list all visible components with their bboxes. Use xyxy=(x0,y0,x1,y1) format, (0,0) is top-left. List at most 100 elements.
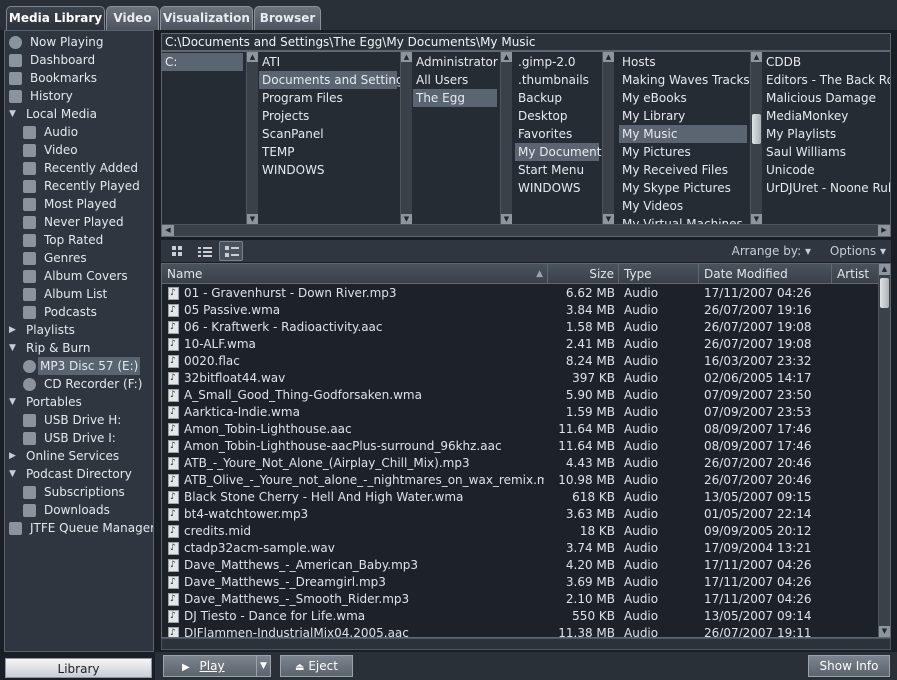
table-row[interactable]: ctadp32acm-sample.wav 3.74 MB Audio 17/09/2… xyxy=(162,540,878,557)
options-dropdown[interactable]: Options ▾ xyxy=(830,244,886,258)
folder-item[interactable]: TEMP xyxy=(259,143,397,161)
table-row[interactable]: 01 - Gravenhurst - Down River.mp3 6.62 MB… xyxy=(162,285,878,302)
folder-item[interactable]: All Users xyxy=(413,71,497,89)
show-info-button[interactable]: Show Info xyxy=(808,655,890,677)
sidebar-item[interactable]: Video xyxy=(23,141,153,159)
folder-item[interactable]: My Playlists xyxy=(763,125,888,143)
folder-item[interactable]: My eBooks xyxy=(619,89,747,107)
folder-column-scrollbar[interactable]: ▲ ▼ xyxy=(246,52,258,224)
scrollbar-thumb[interactable] xyxy=(752,114,761,144)
table-row[interactable]: ATB_Olive_-_Youre_not_alone_-_nightmares… xyxy=(162,472,878,489)
sidebar-item[interactable]: JTFE Queue Manager xyxy=(9,519,153,537)
folder-item[interactable]: WINDOWS xyxy=(515,179,599,197)
folder-item[interactable]: My Documents xyxy=(515,143,602,161)
table-row[interactable]: bt4-watchtower.mp3 3.63 MB Audio 01/05/2007… xyxy=(162,506,878,523)
table-row[interactable]: Dave_Matthews_-_American_Baby.mp3 4.20 MB… xyxy=(162,557,878,574)
folder-item[interactable]: My Virtual Machines xyxy=(619,215,747,224)
folder-item[interactable]: Administrator xyxy=(413,53,498,71)
scrollbar-thumb[interactable] xyxy=(880,278,889,308)
folder-item[interactable]: Backup xyxy=(515,89,599,107)
sidebar-item[interactable]: Podcasts xyxy=(23,303,153,321)
table-row[interactable]: Black Stone Cherry - Hell And High Water… xyxy=(162,489,878,506)
file-list-vertical-scrollbar[interactable]: ▲ ▼ xyxy=(878,264,890,637)
sidebar-item[interactable]: History xyxy=(9,87,153,105)
eject-button[interactable]: ⏏ Eject xyxy=(280,655,353,677)
sidebar-item[interactable]: Now Playing xyxy=(9,33,153,51)
scroll-up-icon[interactable]: ▲ xyxy=(247,52,258,62)
sidebar-item[interactable]: ▼ Podcast Directory xyxy=(5,465,150,483)
folder-item[interactable]: Editors - The Back Roo xyxy=(763,71,890,89)
sidebar-item[interactable]: Never Played xyxy=(23,213,153,231)
sidebar-item[interactable]: USB Drive H: xyxy=(23,411,153,429)
sidebar-item[interactable]: Genres xyxy=(23,249,153,267)
collapse-arrow-icon[interactable]: ▼ xyxy=(9,105,16,123)
folder-item[interactable]: Desktop xyxy=(515,107,599,125)
column-header-artist[interactable]: Artist xyxy=(832,264,878,284)
table-row[interactable]: 32bitfloat44.wav 397 KB Audio 02/06/2005 14… xyxy=(162,370,878,387)
folder-item[interactable]: My Library xyxy=(619,107,747,125)
column-header-type[interactable]: Type xyxy=(619,264,699,284)
play-button[interactable]: ▶ Play ▼ xyxy=(163,655,271,677)
scroll-right-icon[interactable]: ▶ xyxy=(878,225,890,236)
folder-item[interactable]: C: xyxy=(162,53,243,71)
list-view-icon[interactable] xyxy=(192,241,216,261)
table-row[interactable]: ATB_-_Youre_Not_Alone_(Airplay_Chill_Mix… xyxy=(162,455,878,472)
scroll-down-icon[interactable]: ▼ xyxy=(751,214,762,224)
folder-item[interactable]: Favorites xyxy=(515,125,599,143)
sidebar-item[interactable]: Album Covers xyxy=(23,267,153,285)
sidebar-item[interactable]: Top Rated xyxy=(23,231,153,249)
folder-column-scrollbar[interactable]: ▲ ▼ xyxy=(400,52,412,224)
folder-item[interactable]: The Egg xyxy=(413,89,497,107)
table-row[interactable]: 05 Passive.wma 3.84 MB Audio 26/07/2007 19:… xyxy=(162,302,878,319)
sidebar-item[interactable]: MP3 Disc 57 (E:) xyxy=(23,357,153,375)
sidebar-item[interactable]: ▼ Portables xyxy=(5,393,150,411)
scroll-up-icon[interactable]: ▲ xyxy=(603,52,614,62)
column-browser-horizontal-scrollbar[interactable]: ◀ ▶ xyxy=(162,224,890,236)
sidebar-item[interactable]: ▼ Rip & Burn xyxy=(5,339,150,357)
scroll-down-icon[interactable]: ▼ xyxy=(501,214,512,224)
sidebar-item[interactable]: Subscriptions xyxy=(23,483,153,501)
scroll-up-icon[interactable]: ▲ xyxy=(879,264,890,275)
scroll-down-icon[interactable]: ▼ xyxy=(603,214,614,224)
table-row[interactable]: credits.mid 18 KB Audio 09/09/2005 20:12 xyxy=(162,523,878,540)
expand-arrow-icon[interactable]: ▶ xyxy=(9,447,16,465)
folder-item[interactable]: Unicode xyxy=(763,161,888,179)
sidebar-item[interactable]: Audio xyxy=(23,123,153,141)
folder-item[interactable]: My Videos xyxy=(619,197,747,215)
sidebar-item[interactable]: ▶ Online Services xyxy=(5,447,150,465)
table-row[interactable]: Amon_Tobin-Lighthouse-aacPlus-surround_9… xyxy=(162,438,878,455)
scroll-left-icon[interactable]: ◀ xyxy=(162,225,174,236)
folder-item[interactable]: Start Menu xyxy=(515,161,599,179)
scroll-up-icon[interactable]: ▲ xyxy=(401,52,412,62)
table-row[interactable]: DJFlammen-IndustrialMix04.2005.aac 11.38 … xyxy=(162,625,878,637)
folder-item[interactable]: Making Waves Tracks xyxy=(619,71,750,89)
tab-media-library[interactable]: Media Library xyxy=(6,6,105,30)
table-row[interactable]: A_Small_Good_Thing-Godforsaken.wma 5.90 M… xyxy=(162,387,878,404)
folder-item[interactable]: WINDOWS xyxy=(259,161,397,179)
table-row[interactable]: Aarktica-Indie.wma 1.59 MB Audio 07/09/2007… xyxy=(162,404,878,421)
table-row[interactable]: 10-ALF.wma 2.41 MB Audio 26/07/2007 19:08 xyxy=(162,336,878,353)
tab-video[interactable]: Video xyxy=(106,6,159,30)
folder-item[interactable]: Saul Williams xyxy=(763,143,888,161)
library-button[interactable]: Library xyxy=(5,658,152,678)
scroll-up-icon[interactable]: ▲ xyxy=(751,52,762,62)
folder-item[interactable]: UrDJUret - Noone Rule xyxy=(763,179,890,197)
folder-item[interactable]: Program Files xyxy=(259,89,397,107)
scroll-up-icon[interactable]: ▲ xyxy=(501,52,512,62)
folder-item[interactable]: My Skype Pictures xyxy=(619,179,747,197)
path-bar[interactable]: C:\Documents and Settings\The Egg\My Doc… xyxy=(161,33,891,51)
collapse-arrow-icon[interactable]: ▼ xyxy=(9,339,16,357)
sidebar-item[interactable]: ▶ Playlists xyxy=(5,321,150,339)
table-row[interactable]: Dave_Matthews_-_Dreamgirl.mp3 3.69 MB Audi… xyxy=(162,574,878,591)
sidebar-item[interactable]: ▼ Local Media xyxy=(5,105,150,123)
folder-item[interactable]: My Pictures xyxy=(619,143,747,161)
table-row[interactable]: DJ Tiesto - Dance for Life.wma 550 KB Audi… xyxy=(162,608,878,625)
arrange-by-dropdown[interactable]: Arrange by: ▾ xyxy=(732,244,811,258)
folder-item[interactable]: MediaMonkey xyxy=(763,107,888,125)
folder-item[interactable]: ATI xyxy=(259,53,397,71)
file-list-horizontal-scrollbar[interactable] xyxy=(161,638,891,650)
collapse-arrow-icon[interactable]: ▼ xyxy=(9,465,16,483)
folder-item[interactable]: .thumbnails xyxy=(515,71,599,89)
folder-column-scrollbar[interactable]: ▲ ▼ xyxy=(500,52,512,224)
details-view-icon[interactable] xyxy=(219,241,243,261)
